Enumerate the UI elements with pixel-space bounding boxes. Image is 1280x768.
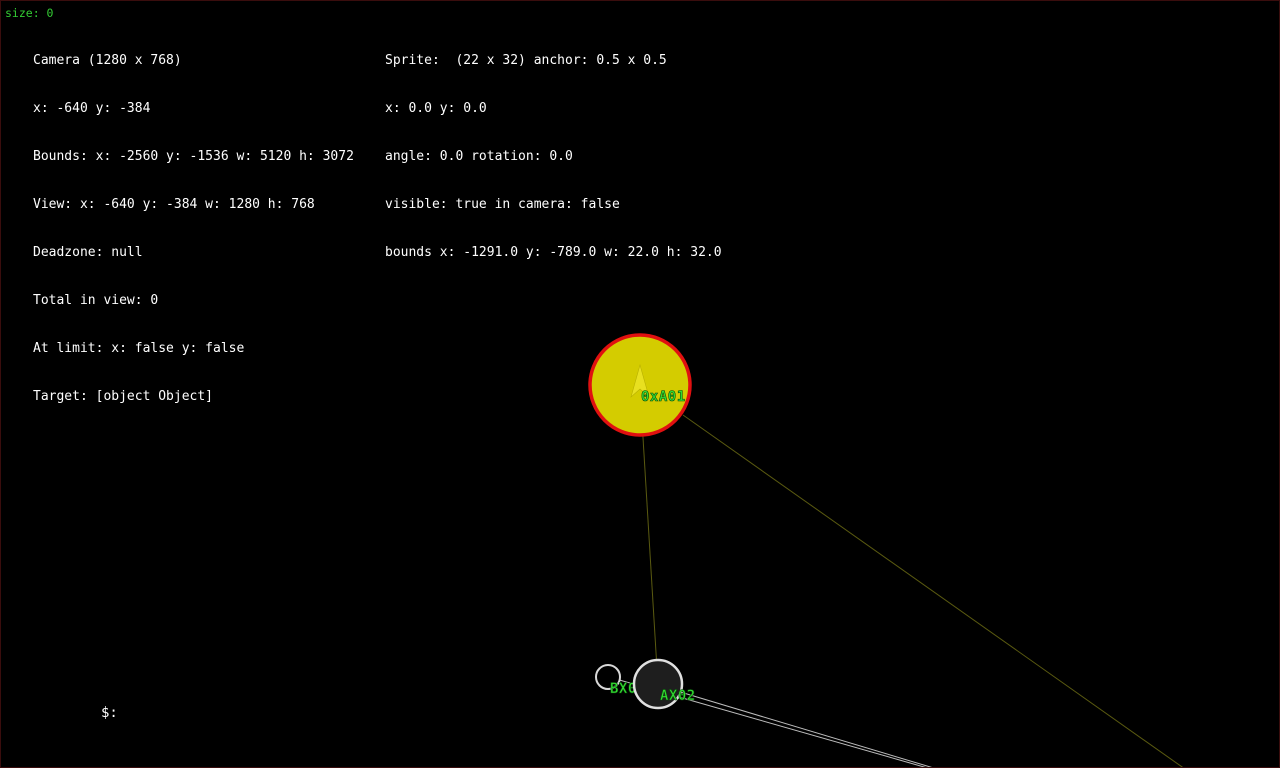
- node-player[interactable]: 0xA01: [588, 333, 692, 437]
- node-ax02[interactable]: AX02: [632, 658, 696, 710]
- ax02-offscreen-link: [656, 684, 933, 767]
- console-prompt: $:: [101, 705, 118, 721]
- ax02-label: AX02: [660, 688, 696, 704]
- game-canvas[interactable]: size: 0 Camera (1280 x 768) x: -640 y: -…: [0, 0, 1280, 768]
- player-ax02-link: [641, 420, 658, 670]
- world-view: BX02 AX02 0xA01: [588, 333, 1184, 767]
- player-label: 0xA01: [641, 389, 686, 405]
- console-input[interactable]: [123, 703, 423, 723]
